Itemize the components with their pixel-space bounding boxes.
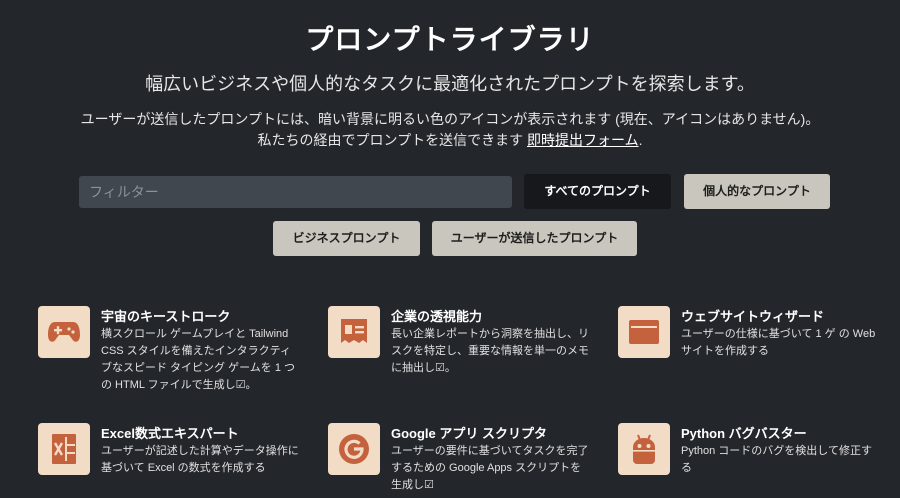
card-description: Python コードのバグを検出して修正する xyxy=(681,445,872,474)
page-description: ユーザーが送信したプロンプトには、暗い背景に明るい色のアイコンが表示されます (… xyxy=(0,109,900,151)
personal-prompts-button[interactable]: 個人的なプロンプト xyxy=(684,174,830,209)
card-title: 宇宙のキーストローク xyxy=(101,309,231,324)
google-icon xyxy=(328,423,380,475)
business-prompts-button[interactable]: ビジネスプロンプト xyxy=(273,221,420,256)
card-title: ウェブサイトウィザード xyxy=(681,309,825,324)
card-title: Python バグバスター xyxy=(681,426,807,441)
description-suffix: . xyxy=(638,132,643,148)
gamepad-icon xyxy=(38,306,90,358)
spreadsheet-icon xyxy=(38,423,90,475)
card-description: ユーザーが記述した計算やデータ操作に基づいて Excel の数式を作成する xyxy=(101,445,299,474)
page-subtitle: 幅広いビジネスや個人的なタスクに最適化されたプロンプトを探索します。 xyxy=(145,74,755,94)
card-description: 横スクロール ゲームプレイと Tailwind CSS スタイルを備えたインタラ… xyxy=(101,328,296,391)
card-description: ユーザーの仕様に基づいて 1 ゲ の Web サイトを作成する xyxy=(681,328,876,357)
description-line-2: 私たちの経由でプロンプトを送信できます 即時提出フォーム. xyxy=(0,130,900,151)
page-title: プロンプトライブラリ xyxy=(305,24,595,55)
card-title: Google アプリ スクリプタ xyxy=(391,426,548,441)
browser-window-icon xyxy=(618,306,670,358)
submission-form-link[interactable]: 即時提出フォーム xyxy=(527,132,639,148)
card-description: 長い企業レポートから洞察を抽出し、リスクを特定し、重要な情報を単一のメモに抽出し… xyxy=(391,328,589,374)
card-title: Excel数式エキスパート xyxy=(101,426,239,441)
bug-robot-icon xyxy=(618,423,670,475)
filter-input[interactable] xyxy=(79,176,512,208)
card-description: ユーザーの要件に基づいてタスクを完了するための Google Apps スクリプ… xyxy=(391,445,589,491)
description-line-1: ユーザーが送信したプロンプトには、暗い背景に明るい色のアイコンが表示されます (… xyxy=(80,111,820,127)
newspaper-icon xyxy=(328,306,380,358)
card-title: 企業の透視能力 xyxy=(391,309,483,324)
description-prefix: 私たちの経由でプロンプトを送信できます xyxy=(257,132,527,148)
all-prompts-button[interactable]: すべてのプロンプト xyxy=(524,174,671,209)
user-submitted-prompts-button[interactable]: ユーザーが送信したプロンプト xyxy=(432,221,637,256)
